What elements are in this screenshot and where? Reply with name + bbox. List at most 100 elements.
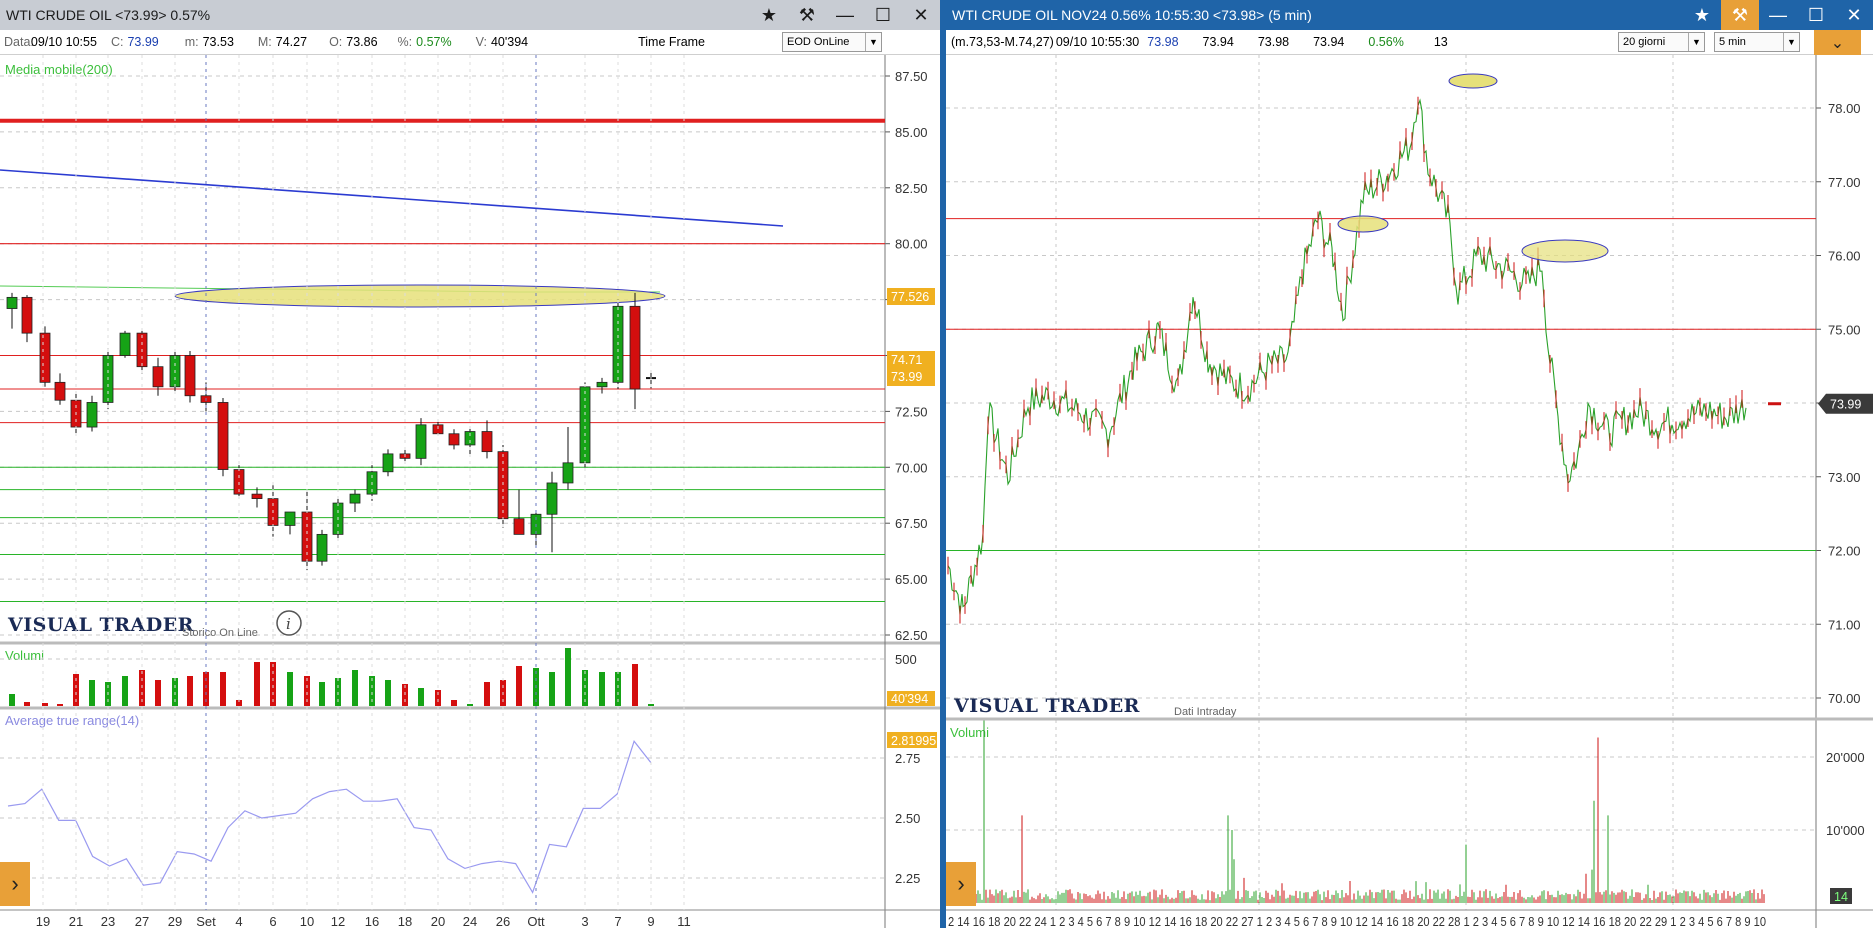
candle-body xyxy=(86,402,98,428)
intraday-down-ticks xyxy=(947,96,1743,624)
volume-bar xyxy=(451,700,457,706)
brand-logo: VISUAL TRADER xyxy=(7,614,194,636)
volume-bars-up xyxy=(947,720,1757,903)
brand-subtitle: Storico On Line xyxy=(182,627,258,639)
volume-bar xyxy=(9,694,15,706)
candle-body xyxy=(251,493,263,500)
volume-tick-label: 10'000 xyxy=(1826,823,1865,838)
volume-tick-label: 500 xyxy=(895,652,917,667)
price-tick-label: 72.00 xyxy=(1828,544,1861,559)
intraday-chart-canvas[interactable]: 78.0077.0076.0075.0074.0073.0072.0071.00… xyxy=(946,0,1873,928)
atr-tick-label: 2.50 xyxy=(895,811,920,826)
volume-bar xyxy=(385,680,391,706)
high-badge: 74.71 xyxy=(891,353,922,367)
x-tick-label: Set xyxy=(196,914,216,928)
intraday-price-line xyxy=(947,98,1747,615)
candle-body xyxy=(39,332,51,383)
x-tick-label: 9 xyxy=(647,914,654,928)
volume-label: Volumi xyxy=(950,725,989,740)
x-tick-label: Ott xyxy=(527,914,545,928)
info-icon-glyph: i xyxy=(286,615,291,633)
candle-body xyxy=(349,493,361,504)
atr-tick-label: 2.25 xyxy=(895,871,920,886)
candle-body xyxy=(316,533,328,562)
price-tick-label: 77.00 xyxy=(1828,175,1861,190)
price-tick-label: 70.00 xyxy=(895,460,928,475)
last-price-badge: 73.99 xyxy=(1830,398,1861,412)
price-tick-label: 85.00 xyxy=(895,125,928,140)
candle-body xyxy=(184,355,196,397)
x-tick-label: 27 xyxy=(135,914,149,928)
x-tick-label: 19 xyxy=(36,914,50,928)
price-tick-label: 82.50 xyxy=(895,181,928,196)
brand-logo: VISUAL TRADER xyxy=(953,695,1140,717)
volume-bar xyxy=(42,703,48,706)
candle-body xyxy=(54,381,66,401)
candle-body xyxy=(152,366,164,388)
x-tick-label: 3 xyxy=(581,914,588,928)
price-tick-label: 80.00 xyxy=(895,237,928,252)
candle-body xyxy=(562,462,574,484)
highlight-ellipse xyxy=(174,284,666,308)
candle-body xyxy=(513,518,525,535)
volume-bar xyxy=(484,682,490,706)
highlight-ellipse xyxy=(1448,73,1498,89)
price-panel-bg xyxy=(0,55,885,642)
moving-average-label: Media mobile(200) xyxy=(5,62,113,77)
volume-label: Volumi xyxy=(5,648,44,663)
volume-bar xyxy=(254,662,260,706)
x-tick-label: 12 xyxy=(331,914,345,928)
price-tick-label: 78.00 xyxy=(1828,101,1861,116)
volume-badge: 14 xyxy=(1834,890,1848,904)
x-tick-label: 21 xyxy=(69,914,83,928)
volume-bar xyxy=(319,682,325,706)
daily-chart-window: WTI CRUDE OIL <73.99> 0.57% ★ ⚒ — ☐ ✕ Da… xyxy=(0,0,940,928)
daily-chart-canvas[interactable]: 87.5085.0082.5080.0077.5075.0072.5070.00… xyxy=(0,0,940,928)
x-tick-label: 18 xyxy=(398,914,412,928)
highlight-ellipse xyxy=(1337,215,1389,233)
x-tick-label: 11 xyxy=(677,914,691,928)
price-tick-label: 71.00 xyxy=(1828,617,1861,632)
x-tick-label: 20 xyxy=(431,914,445,928)
volume-bar xyxy=(155,680,161,706)
price-tick-label: 87.50 xyxy=(895,69,928,84)
price-tick-label: 65.00 xyxy=(895,572,928,587)
candle-body xyxy=(596,381,608,388)
volume-bar xyxy=(122,676,128,706)
intraday-chart-window: WTI CRUDE OIL NOV24 0.56% 10:55:30 <73.9… xyxy=(946,0,1873,928)
volume-bar xyxy=(632,664,638,706)
volume-bar xyxy=(418,688,424,706)
volume-tick-label: 20'000 xyxy=(1826,750,1865,765)
price-tick-label: 70.00 xyxy=(1828,691,1861,706)
volume-bar xyxy=(57,704,63,706)
candle-body xyxy=(21,296,33,334)
x-tick-label: 4 xyxy=(235,914,242,928)
atr-line xyxy=(7,739,652,894)
expand-panel-button[interactable]: › xyxy=(946,862,976,906)
expand-panel-button[interactable]: › xyxy=(0,862,30,906)
ma-badge: 77.526 xyxy=(891,290,929,304)
volume-bar xyxy=(565,648,571,706)
price-tick-label: 73.00 xyxy=(1828,470,1861,485)
candle-body xyxy=(546,482,558,515)
x-tick-label: 24 xyxy=(463,914,477,928)
price-tick-label: 67.50 xyxy=(895,516,928,531)
candle-body xyxy=(217,402,229,470)
x-tick-label: 10 xyxy=(300,914,314,928)
candle-body xyxy=(119,332,131,356)
price-tick-label: 62.50 xyxy=(895,628,928,643)
x-tick-label: 16 xyxy=(365,914,379,928)
volume-bar xyxy=(89,680,95,706)
candle-body xyxy=(629,305,641,390)
volume-badge: 40'394 xyxy=(891,692,928,706)
candle-body xyxy=(481,431,493,453)
last-price-badge: 73.99 xyxy=(891,370,922,384)
brand-subtitle: Dati Intraday xyxy=(1174,706,1237,718)
x-axis-labels: 2 14 16 18 20 22 24 1 2 3 4 5 6 7 8 9 10… xyxy=(948,914,1766,928)
volume-bar xyxy=(24,702,30,706)
volume-bar xyxy=(549,672,555,706)
candle-body xyxy=(415,424,427,459)
x-tick-label: 6 xyxy=(269,914,276,928)
volume-bar xyxy=(599,672,605,706)
volume-bar xyxy=(352,670,358,706)
